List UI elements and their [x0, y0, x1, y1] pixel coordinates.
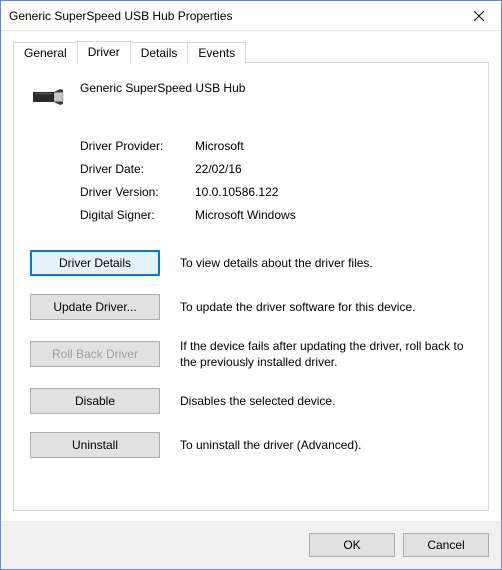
device-name: Generic SuperSpeed USB Hub	[80, 81, 245, 95]
version-value: 10.0.10586.122	[195, 185, 278, 199]
tab-events[interactable]: Events	[187, 42, 246, 64]
titlebar: Generic SuperSpeed USB Hub Properties	[1, 1, 501, 31]
tab-driver[interactable]: Driver	[77, 41, 131, 63]
update-driver-desc: To update the driver software for this d…	[180, 299, 472, 315]
driver-details-desc: To view details about the driver files.	[180, 255, 472, 271]
content-area: General Driver Details Events Generic Su…	[1, 31, 501, 521]
tab-panel-driver: Generic SuperSpeed USB Hub Driver Provid…	[13, 62, 489, 511]
date-value: 22/02/16	[195, 162, 242, 176]
roll-back-driver-button: Roll Back Driver	[30, 341, 160, 367]
usb-device-icon	[30, 83, 66, 111]
device-header: Generic SuperSpeed USB Hub	[30, 81, 472, 111]
close-button[interactable]	[456, 1, 501, 31]
date-label: Driver Date:	[80, 162, 195, 176]
tabstrip: General Driver Details Events	[13, 41, 489, 63]
provider-label: Driver Provider:	[80, 139, 195, 153]
uninstall-button[interactable]: Uninstall	[30, 432, 160, 458]
uninstall-desc: To uninstall the driver (Advanced).	[180, 437, 472, 453]
disable-button[interactable]: Disable	[30, 388, 160, 414]
disable-desc: Disables the selected device.	[180, 393, 472, 409]
ok-button[interactable]: OK	[309, 533, 395, 557]
driver-info: Driver Provider: Microsoft Driver Date: …	[80, 139, 472, 222]
version-label: Driver Version:	[80, 185, 195, 199]
tab-details[interactable]: Details	[130, 42, 189, 64]
close-icon	[474, 11, 484, 21]
signer-value: Microsoft Windows	[195, 208, 296, 222]
update-driver-button[interactable]: Update Driver...	[30, 294, 160, 320]
cancel-button[interactable]: Cancel	[403, 533, 489, 557]
driver-details-button[interactable]: Driver Details	[30, 250, 160, 276]
properties-window: Generic SuperSpeed USB Hub Properties Ge…	[0, 0, 502, 570]
roll-back-driver-desc: If the device fails after updating the d…	[180, 338, 472, 370]
tab-general[interactable]: General	[13, 42, 78, 64]
window-title: Generic SuperSpeed USB Hub Properties	[9, 9, 456, 23]
signer-label: Digital Signer:	[80, 208, 195, 222]
dialog-footer: OK Cancel	[1, 521, 501, 569]
provider-value: Microsoft	[195, 139, 244, 153]
